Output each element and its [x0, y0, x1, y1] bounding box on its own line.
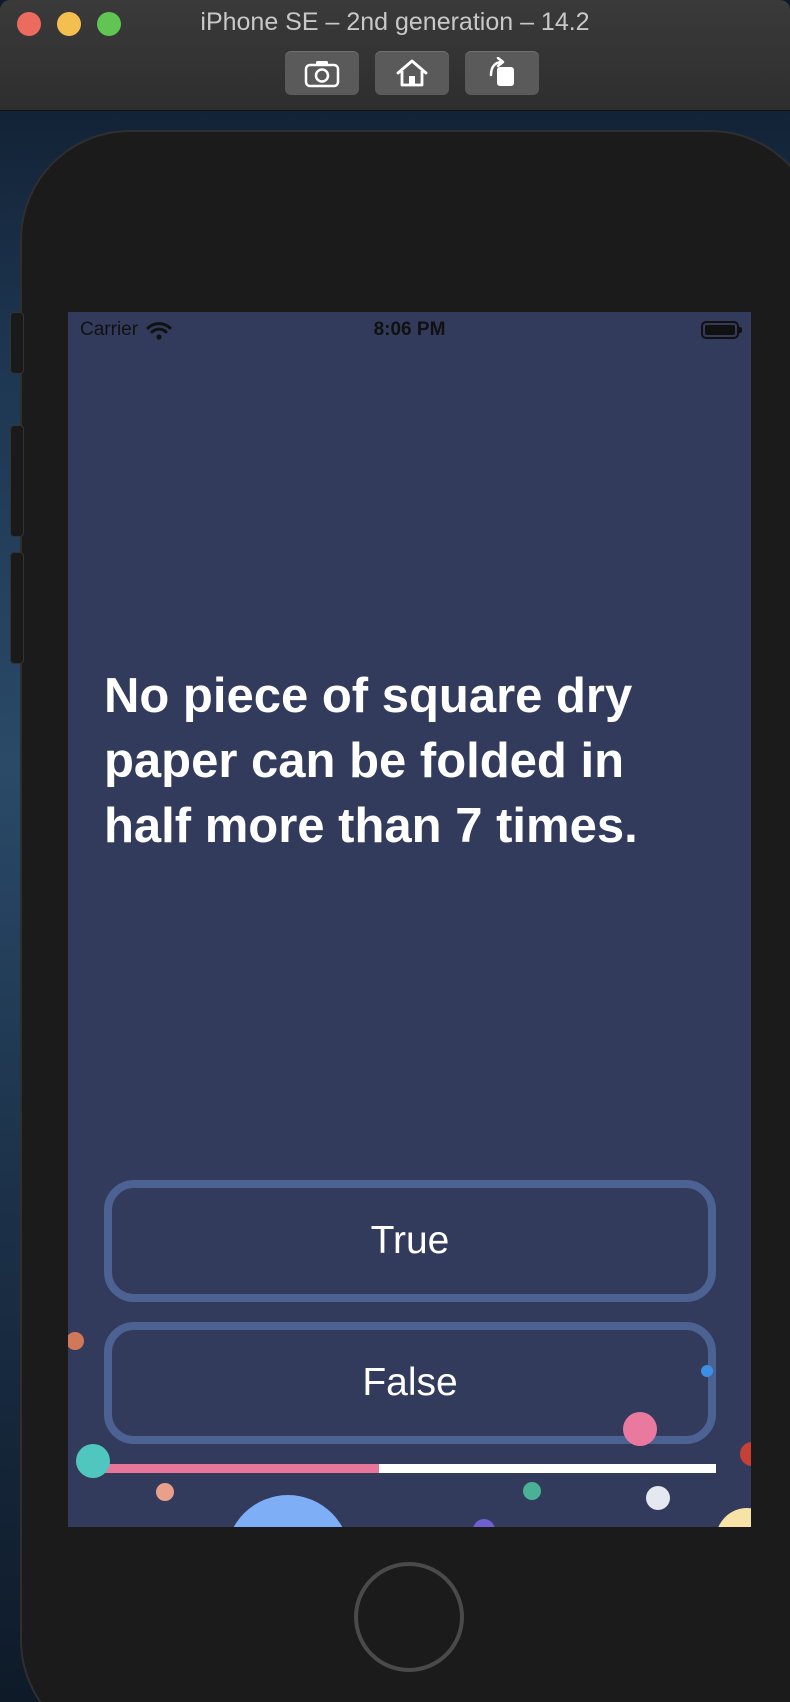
window-title: iPhone SE – 2nd generation – 14.2	[200, 8, 590, 36]
decorative-bubble	[523, 1482, 541, 1500]
screenshot-icon	[304, 61, 340, 88]
volume-up-button[interactable]	[10, 425, 24, 537]
decorative-bubble	[701, 1365, 713, 1377]
battery-icon	[701, 321, 742, 339]
screenshot-button[interactable]	[285, 51, 359, 95]
decorative-bubble	[740, 1442, 751, 1466]
simulator-title-bar: iPhone SE – 2nd generation – 14.2	[0, 0, 790, 111]
rotate-button[interactable]	[465, 51, 539, 95]
volume-down-button[interactable]	[10, 552, 24, 664]
home-icon	[396, 59, 428, 87]
progress-bar	[104, 1464, 716, 1473]
app-screen: Carrier 8:06 PM No piece of square dry p…	[68, 312, 751, 1527]
status-bar: Carrier 8:06 PM	[68, 312, 751, 352]
decorative-bubble	[716, 1508, 751, 1527]
home-toolbar-button[interactable]	[375, 51, 449, 95]
decorative-bubble	[68, 1332, 84, 1350]
decorative-bubble	[623, 1412, 657, 1446]
mute-switch[interactable]	[10, 312, 24, 374]
progress-bar-fill	[104, 1464, 380, 1473]
decorative-bubble	[226, 1495, 350, 1527]
decorative-bubble	[76, 1444, 110, 1478]
question-text: No piece of square dry paper can be fold…	[104, 669, 638, 853]
decorative-bubble	[473, 1519, 495, 1527]
decorative-bubble	[646, 1486, 670, 1510]
true-button[interactable]: True	[104, 1180, 716, 1302]
home-button[interactable]	[354, 1562, 464, 1672]
status-time: 8:06 PM	[373, 319, 446, 340]
rotate-icon	[489, 57, 514, 86]
decorative-bubble	[156, 1483, 174, 1501]
